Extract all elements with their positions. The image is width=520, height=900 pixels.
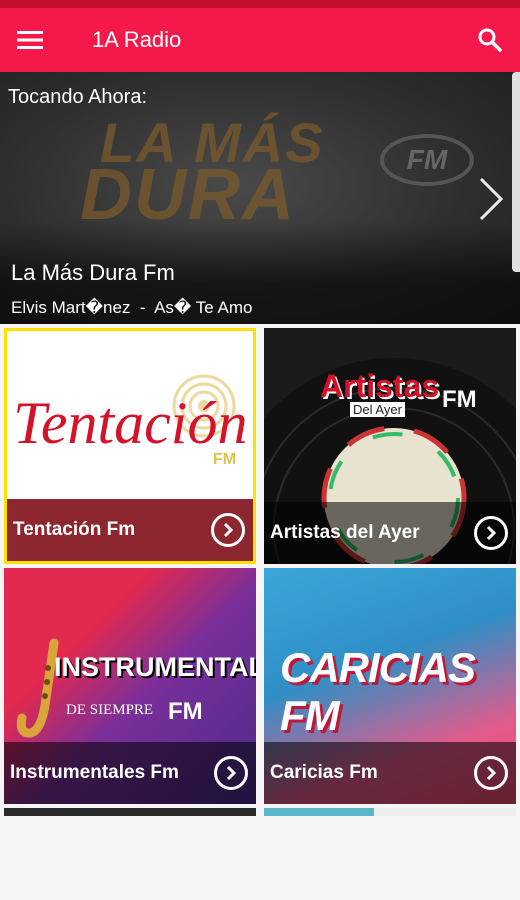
now-playing-logo-badge: FM <box>380 134 474 186</box>
station-card-name: Instrumentales Fm <box>10 762 179 783</box>
now-playing-label: Tocando Ahora: <box>8 86 147 108</box>
pager-edge <box>512 72 520 272</box>
instrumentales-logo-text: INSTRUMENTALES <box>54 652 256 682</box>
search-button[interactable] <box>460 8 520 72</box>
station-card-bar: Artistas del Ayer <box>264 502 516 564</box>
station-card-partial-left[interactable] <box>4 808 256 816</box>
circle-chevron-right-icon[interactable] <box>211 513 245 547</box>
circle-chevron-right-icon[interactable] <box>474 756 508 790</box>
bottom-blank-area <box>0 816 520 900</box>
now-playing-station: La Más Dura Fm <box>11 260 175 285</box>
app-title: 1A Radio <box>92 27 182 52</box>
station-card-name: Artistas del Ayer <box>270 522 420 543</box>
menu-button[interactable] <box>0 8 60 72</box>
station-card-bar: Caricias Fm <box>264 742 516 804</box>
tentacion-logo-text: Tentación <box>13 390 248 456</box>
station-card-bar: Tentación Fm <box>7 499 253 561</box>
instrumentales-logo-sub: DE SIEMPRE <box>66 702 154 718</box>
search-icon <box>478 28 502 52</box>
now-playing-panel[interactable]: LA MÁS DURA FM Tocando Ahora: La Más Dur… <box>0 72 520 324</box>
artistas-logo-sub: Del Ayer <box>350 402 405 417</box>
tentacion-logo-sub: FM <box>213 451 237 468</box>
artistas-logo-badge: FM <box>442 386 477 413</box>
artistas-logo-text: Artistas <box>320 368 440 404</box>
instrumentales-logo-badge: FM <box>168 698 203 725</box>
station-card-artistas[interactable]: Artistas Del Ayer FM Artistas del Ayer <box>264 328 516 564</box>
station-card-name: Tentación Fm <box>13 519 136 540</box>
app-bar: 1A Radio <box>0 8 520 72</box>
station-card-caricias[interactable]: CARICIAS FM Caricias Fm <box>264 568 516 804</box>
station-card-bar: Instrumentales Fm <box>4 742 256 804</box>
station-card-partial-right[interactable] <box>264 808 516 816</box>
status-bar <box>0 0 520 8</box>
now-playing-artwork: LA MÁS DURA FM <box>0 72 520 324</box>
circle-chevron-right-icon[interactable] <box>214 756 248 790</box>
caricias-logo-text: CARICIAS FM <box>280 644 476 739</box>
station-card-name: Caricias Fm <box>270 762 378 783</box>
circle-chevron-right-icon[interactable] <box>474 516 508 550</box>
hamburger-icon <box>17 31 43 49</box>
chevron-right-icon <box>479 177 504 221</box>
next-station-button[interactable] <box>478 176 504 227</box>
station-card-tentacion[interactable]: Tentación FM Tentación Fm <box>4 328 256 564</box>
now-playing-track: Elvis Mart�nez - As� Te Amo <box>11 298 253 317</box>
station-card-instrumentales[interactable]: INSTRUMENTALES DE SIEMPRE FM Instrumenta… <box>4 568 256 804</box>
